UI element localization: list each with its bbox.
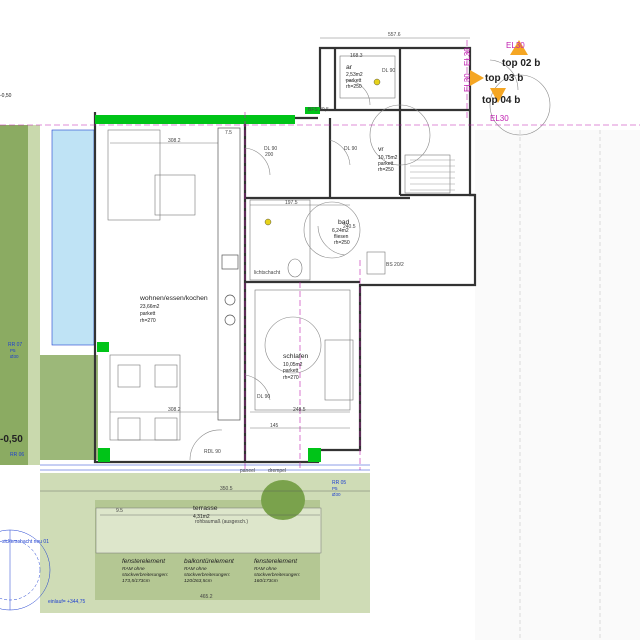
door-label: RDL 90: [204, 449, 221, 455]
element-line: stockverbreiterungen:: [254, 572, 301, 578]
dim-text: 308.2: [168, 138, 181, 144]
left-grass-edge: [28, 125, 40, 465]
left-grass-lower: [40, 355, 98, 460]
door-label: DL 90: [344, 146, 357, 152]
bfs-label: BFS 20,5: [308, 107, 329, 113]
element-title: fensterelement: [254, 558, 298, 565]
room-name: wohnen/essen/kochen: [139, 295, 208, 302]
unit-ref-label: top 03 b: [485, 73, 523, 84]
right-outside-area: [475, 130, 640, 640]
element-title: balkontürelement: [184, 558, 235, 565]
element-line: 160/173cm: [254, 578, 278, 584]
dim-text: 308.2: [168, 407, 181, 413]
dim-text: 145: [270, 423, 279, 429]
dim-text: 197.5: [285, 200, 298, 206]
furniture: [107, 55, 451, 441]
light-icon: [373, 78, 381, 86]
level-mark: -0,50: [0, 434, 23, 445]
rr06-label: RR 06: [10, 452, 24, 458]
paneel-label: paneel: [240, 468, 255, 474]
d30-label: Ø30: [332, 492, 341, 497]
element-line: stockverbreiterungen:: [122, 572, 169, 578]
room-height: rh=270: [283, 375, 299, 381]
walls: [93, 46, 477, 464]
dim-text: 9.5: [116, 508, 123, 514]
element-line: 120/263,5cm: [184, 578, 212, 584]
rohbaumass-label: rohbaumaß (ausgesch.): [195, 519, 248, 525]
d30-label: Ø30: [10, 354, 19, 359]
dim-text: 350.5: [220, 486, 233, 492]
light-icon: [264, 218, 272, 226]
dim-text: 248.5: [293, 407, 306, 413]
room-height: rh=270: [140, 318, 156, 324]
stairs: [410, 159, 455, 191]
room-name: schlafen: [283, 353, 309, 360]
el-tag: EL30: [463, 73, 472, 92]
drempel-label: drempel: [268, 468, 286, 474]
bs-label: BS 20/2: [386, 262, 404, 268]
door-label: 200: [265, 152, 274, 158]
room-label-vr: vr 10,75m2 parkett rh=250: [378, 146, 398, 173]
element-line: RAM ohne: [184, 566, 207, 572]
door-label: DL 90: [382, 68, 395, 74]
left-glass-area: [51, 129, 95, 346]
p5-label: P5: [332, 486, 338, 491]
level-mark-small: -0,50: [0, 93, 12, 99]
unit-ref-label: top 04 b: [482, 95, 520, 106]
room-floor: parkett: [283, 368, 299, 374]
dim-text: 240.5: [343, 224, 356, 230]
el-tag: EL30: [506, 41, 525, 50]
room-height: rh=250: [346, 84, 362, 90]
el-tag: EL30: [490, 114, 509, 123]
room-label-schlafen: schlafen 10,05m2 parkett rh=270: [283, 353, 309, 381]
einlauf-label: einlauf= +344,75: [48, 599, 85, 605]
dim-text: 168.3: [350, 53, 363, 59]
element-line: stockverbreiterungen:: [184, 572, 231, 578]
p5-label: P5: [10, 348, 16, 353]
room-height: rh=250: [334, 240, 350, 246]
sickerschacht-label: sickerschacht neu 01: [2, 539, 49, 545]
dim-text: 557.6: [388, 32, 401, 38]
room-area: 23,66m2: [140, 304, 160, 310]
bush: [261, 480, 305, 520]
dim-text: 465.2: [200, 594, 213, 600]
element-line: 173,5/173cm: [122, 578, 150, 584]
element-line: RAM ohne: [254, 566, 277, 572]
unit-ref-label: top 02 b: [502, 58, 540, 69]
door-label: DL 90: [257, 394, 270, 400]
dim-text: 7.5: [225, 130, 232, 136]
floor-plan: wohnen/essen/kochen 23,66m2 parkett rh=2…: [0, 0, 640, 640]
el-tag: EL30: [463, 47, 472, 66]
room-name: ar: [346, 64, 353, 71]
room-height: rh=250: [378, 167, 394, 173]
element-line: RAM ohne: [122, 566, 145, 572]
room-name: terrasse: [193, 505, 218, 512]
room-label-wohnen: wohnen/essen/kochen 23,66m2 parkett rh=2…: [139, 295, 208, 324]
lichtschacht-label: lichtschacht: [254, 270, 281, 276]
element-title: fensterelement: [122, 558, 166, 565]
room-floor: parkett: [140, 311, 156, 317]
green-wall-marks: [95, 107, 321, 462]
kitchen-counter: [217, 127, 241, 421]
room-name: vr: [378, 146, 384, 153]
